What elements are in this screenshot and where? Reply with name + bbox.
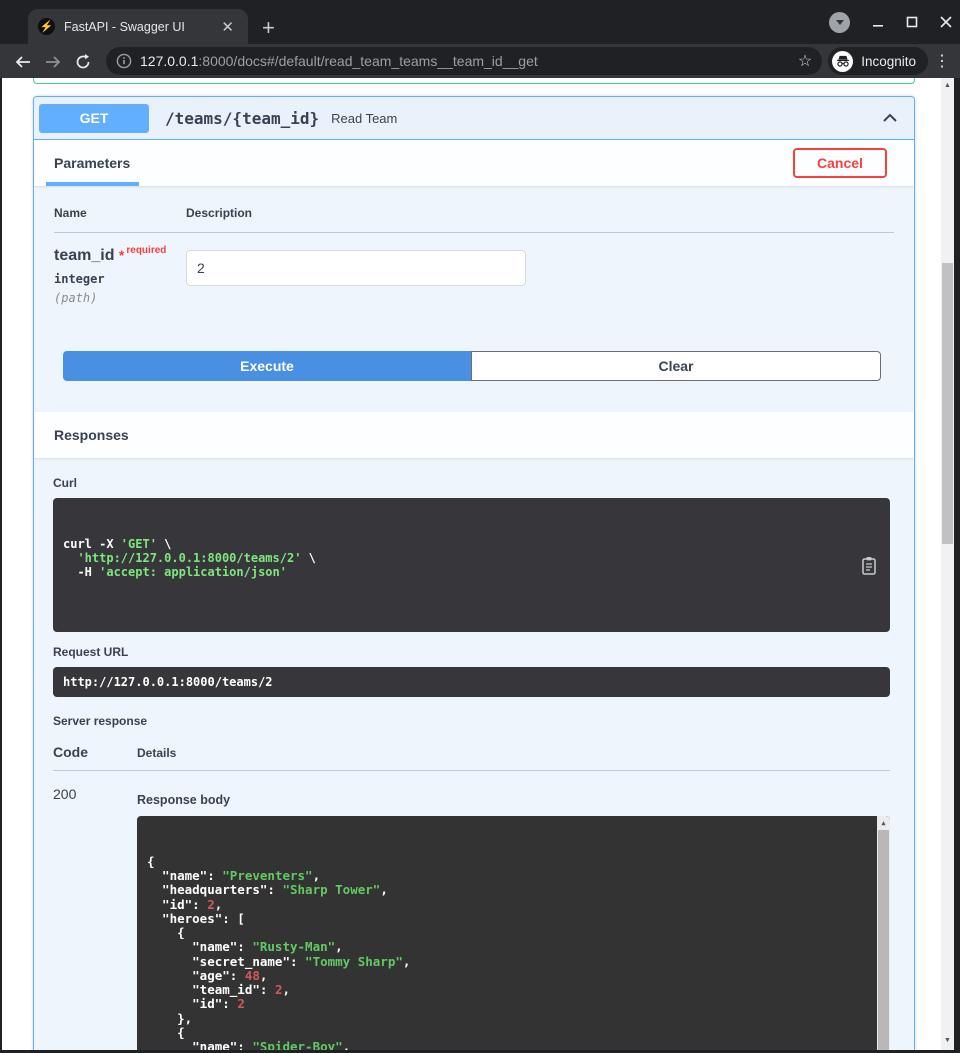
window-controls bbox=[829, 0, 952, 44]
page-scrollbar-thumb[interactable] bbox=[942, 263, 953, 544]
table-row: team_id *required integer (path) bbox=[54, 233, 894, 305]
opblock-summary[interactable]: GET /teams/{team_id} Read Team bbox=[34, 97, 914, 140]
curl-label: Curl bbox=[53, 476, 890, 490]
code-line: -H 'accept: application/json' bbox=[63, 565, 880, 579]
parameters-tab-underline bbox=[46, 182, 139, 186]
code-line: { bbox=[147, 926, 866, 940]
url-text: 127.0.0.1:8000/docs#/default/read_team_t… bbox=[140, 53, 792, 69]
details-column-header: Details bbox=[137, 746, 176, 760]
browser-toolbar: 127.0.0.1:8000/docs#/default/read_team_t… bbox=[0, 44, 960, 78]
back-button[interactable] bbox=[8, 48, 38, 74]
endpoint-summary: Read Team bbox=[331, 111, 397, 126]
minimize-button[interactable] bbox=[872, 16, 884, 28]
method-badge: GET bbox=[39, 104, 149, 133]
page-scroll-up-icon[interactable]: ▲ bbox=[941, 79, 954, 93]
reload-button[interactable] bbox=[68, 48, 98, 74]
clear-button[interactable]: Clear bbox=[471, 351, 881, 381]
response-json: { "name": "Preventers", "headquarters": … bbox=[147, 855, 866, 1050]
column-description-header: Description bbox=[186, 206, 252, 220]
bookmark-star-icon[interactable]: ☆ bbox=[798, 51, 812, 71]
incognito-label: Incognito bbox=[861, 54, 916, 69]
responses-title: Responses bbox=[54, 427, 129, 443]
tab-title: FastAPI - Swagger UI bbox=[64, 20, 217, 34]
code-line: { bbox=[147, 1026, 866, 1040]
site-info-icon[interactable] bbox=[116, 53, 132, 69]
required-label: required bbox=[126, 245, 166, 256]
required-star: * bbox=[119, 247, 124, 263]
opblock-get-teams: GET /teams/{team_id} Read Team Parameter… bbox=[33, 96, 915, 1050]
page-scroll-down-icon[interactable]: ▼ bbox=[941, 1034, 954, 1048]
window-edge-right bbox=[954, 78, 960, 1050]
page-scrollbar[interactable]: ▲ ▼ bbox=[941, 78, 954, 1050]
url-host: 127.0.0.1 bbox=[140, 53, 198, 69]
previous-opblock-edge bbox=[33, 78, 915, 84]
execute-button[interactable]: Execute bbox=[63, 351, 471, 381]
code-line: "secret_name": "Tommy Sharp", bbox=[147, 955, 866, 969]
param-description-cell bbox=[186, 247, 526, 305]
code-line: 'http://127.0.0.1:8000/teams/2' \ bbox=[63, 551, 880, 565]
browser-update-icon[interactable] bbox=[829, 12, 850, 33]
response-scrollbar-thumb[interactable] bbox=[878, 830, 889, 1050]
tab-close-icon[interactable]: ✕ bbox=[217, 18, 238, 36]
response-body: { "name": "Preventers", "headquarters": … bbox=[137, 816, 890, 1050]
param-location: (path) bbox=[54, 291, 186, 305]
code-line: "heroes": [ bbox=[147, 912, 866, 926]
fastapi-favicon-icon: ⚡ bbox=[38, 18, 55, 35]
responses-inner: Curl curl -X 'GET' \ 'http://127.0.0.1:8… bbox=[34, 458, 914, 1050]
param-meta: team_id *required integer (path) bbox=[54, 247, 186, 305]
browser-tab[interactable]: ⚡ FastAPI - Swagger UI ✕ bbox=[28, 9, 248, 44]
incognito-badge: Incognito bbox=[828, 47, 928, 75]
curl-command: curl -X 'GET' \ 'http://127.0.0.1:8000/t… bbox=[53, 498, 890, 632]
swagger-page: GET /teams/{team_id} Read Team Parameter… bbox=[2, 78, 941, 1050]
param-name: team_id *required bbox=[54, 247, 186, 265]
response-detail: Response body { "name": "Preventers", "h… bbox=[137, 786, 890, 1050]
browser-menu-icon[interactable]: ⋮ bbox=[932, 51, 952, 71]
parameters-section-header: Parameters Cancel bbox=[34, 140, 914, 186]
code-line: "id": 2 bbox=[147, 997, 866, 1011]
response-table-head: Code Details bbox=[53, 744, 890, 771]
address-bar[interactable]: 127.0.0.1:8000/docs#/default/read_team_t… bbox=[106, 47, 822, 75]
curl-code: curl -X 'GET' \ 'http://127.0.0.1:8000/t… bbox=[63, 537, 880, 580]
team-id-input[interactable] bbox=[186, 250, 526, 286]
request-url-value: http://127.0.0.1:8000/teams/2 bbox=[53, 667, 890, 697]
code-line: curl -X 'GET' \ bbox=[63, 537, 880, 551]
server-response-label: Server response bbox=[53, 714, 890, 728]
code-line: "team_id": 2, bbox=[147, 983, 866, 997]
parameters-table-head: Name Description bbox=[54, 206, 894, 233]
column-name-header: Name bbox=[54, 206, 186, 220]
scroll-up-icon[interactable]: ▲ bbox=[877, 817, 890, 830]
close-window-button[interactable] bbox=[940, 16, 952, 28]
responses-section-header: Responses bbox=[34, 412, 914, 458]
response-row: 200 Response body { "name": "Preventers"… bbox=[53, 786, 890, 1050]
code-line: "name": "Rusty-Man", bbox=[147, 940, 866, 954]
request-url-label: Request URL bbox=[53, 645, 890, 659]
param-type: integer bbox=[54, 272, 186, 286]
incognito-icon bbox=[832, 51, 853, 72]
code-line: { bbox=[147, 855, 866, 869]
parameters-table: Name Description team_id *required integ… bbox=[34, 186, 914, 305]
maximize-button[interactable] bbox=[906, 16, 918, 28]
execute-wrapper: Execute Clear bbox=[63, 351, 881, 381]
cancel-button[interactable]: Cancel bbox=[793, 148, 887, 178]
code-line: }, bbox=[147, 1012, 866, 1026]
code-column-header: Code bbox=[53, 744, 137, 760]
copy-to-clipboard-icon[interactable] bbox=[859, 553, 881, 577]
status-code: 200 bbox=[53, 786, 137, 1050]
url-path: :8000/docs#/default/read_team_teams__tea… bbox=[198, 53, 537, 69]
code-line: "age": 48, bbox=[147, 969, 866, 983]
endpoint-path: /teams/{team_id} bbox=[165, 109, 319, 128]
browser-window: ⚡ FastAPI - Swagger UI ✕ + bbox=[0, 0, 960, 1053]
new-tab-button[interactable]: + bbox=[262, 18, 275, 38]
code-line: "headquarters": "Sharp Tower", bbox=[147, 883, 866, 897]
forward-button[interactable] bbox=[38, 48, 68, 74]
code-line: "name": "Spider-Boy", bbox=[147, 1040, 866, 1050]
tab-strip: ⚡ FastAPI - Swagger UI ✕ + bbox=[0, 0, 960, 44]
code-line: "name": "Preventers", bbox=[147, 869, 866, 883]
response-body-label: Response body bbox=[137, 793, 890, 807]
collapse-chevron-icon[interactable] bbox=[880, 108, 900, 128]
parameters-tab[interactable]: Parameters bbox=[54, 155, 130, 171]
code-line: "id": 2, bbox=[147, 898, 866, 912]
response-body-scrollbar[interactable]: ▲ bbox=[877, 816, 890, 1050]
